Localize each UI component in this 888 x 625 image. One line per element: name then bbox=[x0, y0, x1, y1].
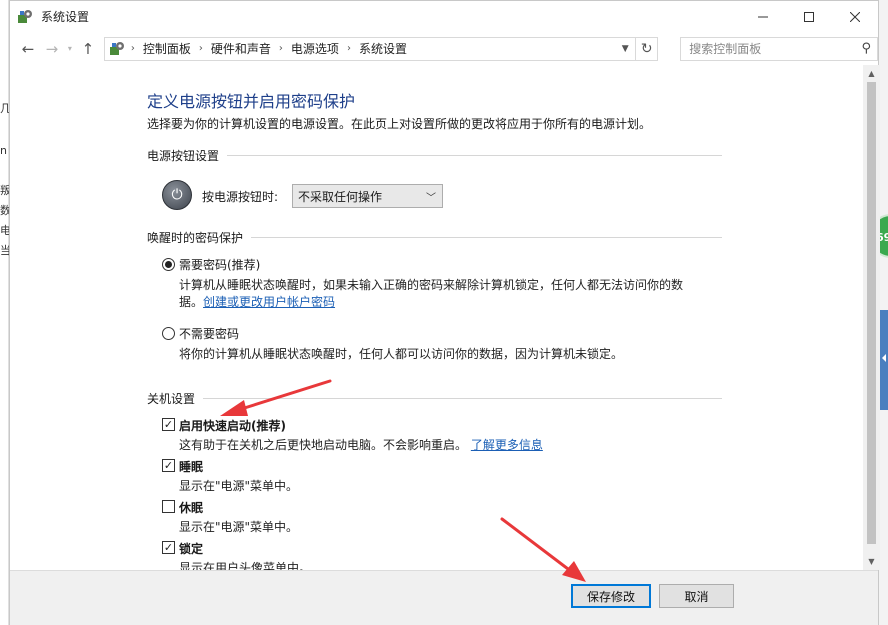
scrollbar-thumb[interactable] bbox=[867, 82, 876, 544]
title-bar: 系统设置 bbox=[10, 1, 878, 32]
sleep-checkbox[interactable]: ✓ bbox=[162, 459, 175, 472]
no-password-desc: 将你的计算机从睡眠状态唤醒时，任何人都可以访问你的数据，因为计算机未锁定。 bbox=[179, 347, 624, 361]
close-button[interactable] bbox=[832, 1, 878, 32]
breadcrumb-item[interactable]: 电源选项 bbox=[291, 40, 339, 57]
no-password-label[interactable]: 不需要密码 bbox=[179, 325, 239, 342]
side-panel-tab[interactable] bbox=[880, 310, 888, 410]
select-value: 不采取任何操作 bbox=[298, 189, 383, 204]
breadcrumb[interactable]: › 控制面板 › 硬件和声音 › 电源选项 › 系统设置 ▼ bbox=[103, 36, 637, 61]
cancel-button[interactable]: 取消 bbox=[659, 584, 734, 608]
fast-startup-desc: 这有助于在关机之后更快地启动电脑。不会影响重启。 bbox=[179, 438, 468, 452]
divider bbox=[203, 398, 722, 399]
lock-label[interactable]: 锁定 bbox=[179, 540, 203, 557]
section-label: 电源按钮设置 bbox=[147, 149, 220, 163]
refresh-icon: ↻ bbox=[640, 40, 653, 57]
window-title: 系统设置 bbox=[41, 10, 90, 24]
vertical-scrollbar[interactable]: ▲ ▼ bbox=[863, 65, 880, 570]
require-password-radio[interactable] bbox=[162, 258, 175, 271]
power-button-action-select[interactable]: 不采取任何操作 ﹀ bbox=[292, 184, 443, 208]
hibernate-label[interactable]: 休眠 bbox=[179, 499, 203, 516]
sleep-desc: 显示在"电源"菜单中。 bbox=[179, 479, 299, 493]
section-wake-password: 唤醒时的密码保护 bbox=[147, 229, 722, 246]
sleep-label[interactable]: 睡眠 bbox=[179, 458, 203, 475]
page-title: 定义电源按钮并启用密码保护 bbox=[147, 92, 356, 111]
chevron-down-icon: ﹀ bbox=[426, 192, 436, 204]
section-shutdown: 关机设置 bbox=[147, 390, 722, 407]
search-placeholder: 搜索控制面板 bbox=[689, 42, 762, 56]
recent-dropdown-button[interactable]: ▾ bbox=[64, 37, 76, 61]
breadcrumb-separator-icon[interactable]: › bbox=[199, 43, 203, 54]
maximize-icon bbox=[804, 11, 814, 22]
close-icon bbox=[850, 11, 860, 22]
section-label: 唤醒时的密码保护 bbox=[147, 231, 244, 245]
minimize-button[interactable] bbox=[740, 1, 786, 32]
fast-startup-desc-row: 这有助于在关机之后更快地启动电脑。不会影响重启。 了解更多信息 bbox=[179, 436, 543, 453]
hibernate-desc: 显示在"电源"菜单中。 bbox=[179, 520, 299, 534]
no-password-radio[interactable] bbox=[162, 327, 175, 340]
maximize-button[interactable] bbox=[786, 1, 832, 32]
page-description: 选择要为你的计算机设置的电源设置。在此页上对设置所做的更改将应用于你所有的电源计… bbox=[147, 117, 652, 131]
control-panel-icon bbox=[109, 41, 124, 55]
background-window-left: 几 n 叛 数 电 当 bbox=[0, 0, 11, 625]
breadcrumb-separator-icon: › bbox=[130, 43, 135, 54]
minimize-icon bbox=[758, 16, 768, 17]
breadcrumb-item[interactable]: 系统设置 bbox=[359, 40, 407, 57]
main-content: 定义电源按钮并启用密码保护 选择要为你的计算机设置的电源设置。在此页上对设置所做… bbox=[10, 65, 863, 570]
fast-startup-label[interactable]: 启用快速启动(推荐) bbox=[179, 417, 286, 434]
fast-startup-checkbox[interactable]: ✓ bbox=[162, 418, 175, 431]
address-bar: ← → ▾ ↑ › 控制面板 › 硬件和声音 › 电源选项 › 系统设置 ▼ ↻… bbox=[10, 32, 878, 65]
background-window-right bbox=[879, 0, 888, 625]
require-password-desc-2: 据。创建或更改用户帐户密码 bbox=[179, 293, 335, 310]
forward-button[interactable]: → bbox=[40, 37, 64, 61]
section-power-buttons: 电源按钮设置 bbox=[147, 147, 722, 164]
control-panel-icon bbox=[18, 9, 32, 23]
section-label: 关机设置 bbox=[147, 392, 196, 406]
system-settings-window: 系统设置 ← → ▾ ↑ › 控制面板 › 硬件和声音 › 电源选项 › 系统设… bbox=[9, 0, 880, 625]
require-password-desc-tail: 据。 bbox=[179, 295, 204, 309]
up-button[interactable]: ↑ bbox=[76, 37, 100, 61]
breadcrumb-separator-icon[interactable]: › bbox=[347, 43, 351, 54]
require-password-label[interactable]: 需要密码(推荐) bbox=[179, 256, 260, 273]
divider bbox=[227, 155, 722, 156]
search-icon[interactable]: ⚲ bbox=[861, 41, 871, 56]
require-password-desc: 计算机从睡眠状态唤醒时，如果未输入正确的密码来解除计算机锁定，任何人都无法访问你… bbox=[179, 278, 684, 292]
hibernate-checkbox[interactable] bbox=[162, 500, 175, 513]
breadcrumb-item[interactable]: 控制面板 bbox=[143, 40, 191, 57]
breadcrumb-item[interactable]: 硬件和声音 bbox=[211, 40, 271, 57]
address-dropdown-icon[interactable]: ▼ bbox=[615, 44, 635, 54]
power-icon: ⏻ bbox=[162, 180, 192, 210]
forward-arrow-icon: → bbox=[45, 39, 59, 58]
refresh-button[interactable]: ↻ bbox=[636, 36, 659, 61]
back-button[interactable]: ← bbox=[16, 37, 40, 61]
back-arrow-icon: ← bbox=[21, 39, 35, 58]
save-changes-button[interactable]: 保存修改 bbox=[571, 584, 651, 608]
up-arrow-icon: ↑ bbox=[81, 39, 95, 58]
footer-bar: 保存修改 取消 bbox=[10, 570, 878, 625]
learn-more-link[interactable]: 了解更多信息 bbox=[471, 438, 543, 452]
scroll-up-icon[interactable]: ▲ bbox=[863, 65, 880, 82]
power-button-label: 按电源按钮时: bbox=[202, 190, 279, 204]
bg-text: n bbox=[0, 144, 7, 157]
scroll-down-icon[interactable]: ▼ bbox=[863, 553, 880, 570]
change-password-link[interactable]: 创建或更改用户帐户密码 bbox=[203, 295, 335, 309]
divider bbox=[251, 237, 722, 238]
chevron-down-icon: ▾ bbox=[67, 44, 72, 53]
lock-checkbox[interactable]: ✓ bbox=[162, 541, 175, 554]
search-input[interactable]: 搜索控制面板 ⚲ bbox=[680, 36, 878, 61]
lock-desc: 显示在用户头像菜单中。 bbox=[179, 561, 312, 570]
breadcrumb-separator-icon[interactable]: › bbox=[279, 43, 283, 54]
